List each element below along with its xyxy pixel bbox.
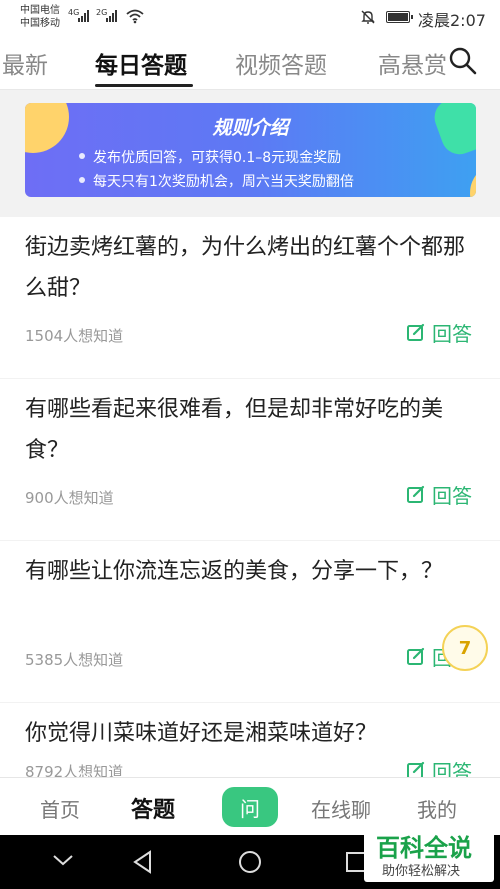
edit-icon: [407, 485, 425, 503]
answer-button[interactable]: 回答: [406, 319, 472, 346]
answer-button[interactable]: 回答: [406, 481, 472, 508]
status-bar: 中国电信 中国移动 4G 2G 凌晨2:07: [0, 0, 500, 34]
status-time: 凌晨2:07: [418, 11, 486, 30]
banner-decoration: [470, 163, 476, 197]
question-followers: 1504人想知道: [25, 327, 124, 345]
floating-count-badge[interactable]: 7: [442, 625, 488, 671]
mute-icon: [361, 10, 375, 24]
question-card[interactable]: 有哪些让你流连忘返的美食，分享一下，？ 5385人想知道 回答: [0, 541, 500, 702]
answer-label: 回答: [432, 759, 472, 778]
tab-daily-answer[interactable]: 每日答题: [95, 46, 187, 80]
rules-banner[interactable]: 规则介绍 发布优质回答，可获得0.1–8元现金奖励 每天只有1次奖励机会，周六当…: [25, 103, 476, 197]
tab-latest[interactable]: 最新: [2, 46, 48, 80]
question-card[interactable]: 有哪些看起来很难看，但是却非常好吃的美食？ 900人想知道 回答: [0, 379, 500, 540]
question-feed[interactable]: 规则介绍 发布优质回答，可获得0.1–8元现金奖励 每天只有1次奖励机会，周六当…: [0, 91, 500, 777]
question-title[interactable]: 有哪些看起来很难看，但是却非常好吃的美食？: [25, 389, 480, 471]
answer-label: 回答: [432, 321, 472, 346]
question-title[interactable]: 街边卖烤红薯的，为什么烤出的红薯个个都那么甜？: [25, 227, 480, 309]
tab-video-answer[interactable]: 视频答题: [235, 46, 327, 80]
question-card[interactable]: 街边卖烤红薯的，为什么烤出的红薯个个都那么甜？ 1504人想知道 回答: [0, 217, 500, 378]
answer-button[interactable]: 回答: [406, 757, 472, 777]
watermark-title: 百科全说: [376, 834, 472, 862]
carrier-labels: 中国电信 中国移动: [20, 4, 60, 30]
nav-online-chat[interactable]: 在线聊: [311, 794, 371, 823]
ask-button[interactable]: 问: [222, 787, 278, 827]
edit-icon: [407, 647, 425, 665]
top-tab-bar: 最新 每日答题 视频答题 高悬赏: [0, 34, 500, 90]
wifi-icon: [126, 9, 144, 24]
back-icon[interactable]: [132, 850, 154, 874]
watermark-subtitle: 助你轻松解决: [382, 864, 461, 879]
signal-1-icon: [78, 10, 92, 22]
chevron-down-icon[interactable]: [52, 853, 74, 867]
active-tab-indicator: [95, 84, 193, 87]
carrier-2: 中国移动: [20, 18, 60, 29]
watermark-logo: 百科全说 助你轻松解决: [364, 826, 494, 882]
nav-mine[interactable]: 我的: [417, 794, 457, 823]
tab-high-reward[interactable]: 高悬赏: [378, 46, 447, 80]
question-followers: 900人想知道: [25, 489, 114, 507]
carrier-1: 中国电信: [20, 5, 60, 16]
edit-icon: [407, 761, 425, 777]
nav-home[interactable]: 首页: [40, 794, 80, 823]
question-title[interactable]: 有哪些让你流连忘返的美食，分享一下，？: [25, 551, 480, 592]
question-card[interactable]: 你觉得川菜味道好还是湘菜味道好？ 8792人想知道 回答: [0, 703, 500, 777]
answer-label: 回答: [432, 483, 472, 508]
question-followers: 8792人想知道: [25, 763, 124, 777]
banner-title: 规则介绍: [212, 117, 289, 139]
nav-answer[interactable]: 答题: [131, 792, 175, 824]
banner-rule-2: 每天只有1次奖励机会，周六当天奖励翻倍: [79, 171, 354, 191]
question-title[interactable]: 你觉得川菜味道好还是湘菜味道好？: [25, 713, 480, 754]
edit-icon: [407, 323, 425, 341]
question-followers: 5385人想知道: [25, 651, 124, 669]
signal-2-icon: [106, 10, 120, 22]
banner-rule-1: 发布优质回答，可获得0.1–8元现金奖励: [78, 147, 341, 167]
home-icon[interactable]: [238, 850, 262, 874]
battery-icon: [386, 11, 413, 23]
search-icon[interactable]: [448, 46, 478, 76]
